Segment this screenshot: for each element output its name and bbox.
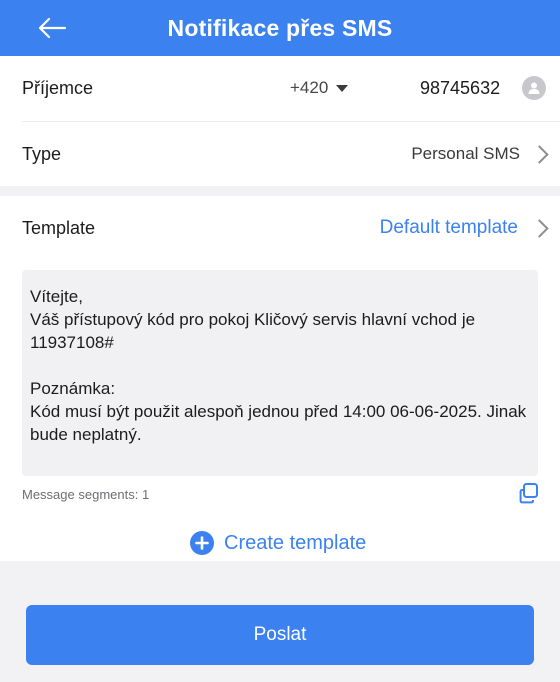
message-textarea[interactable]: Vítejte, Váš přístupový kód pro pokoj Kl… [22,270,538,476]
type-value: Personal SMS [411,144,520,163]
create-template-button[interactable]: Create template [190,531,366,555]
copy-icon [519,483,538,504]
create-template-label: Create template [224,531,367,554]
template-row[interactable]: Template Default template [0,196,560,260]
country-code-select[interactable]: +420 [290,78,349,98]
arrow-left-icon [38,17,67,39]
chevron-right-icon [530,218,549,238]
phone-number[interactable]: 98745632 [420,78,500,99]
type-label: Type [22,143,62,164]
contact-button[interactable] [522,76,546,100]
template-label: Template [22,217,96,238]
message-segments: Message segments: 1 [22,487,150,502]
template-card: Template Default template Vítejte, Váš p… [0,196,560,561]
page-title: Notifikace přes SMS [167,14,393,41]
chevron-right-icon [530,144,549,164]
template-value[interactable]: Default template [380,217,518,239]
app-header: Notifikace přes SMS [0,0,560,56]
back-button[interactable] [34,10,70,46]
copy-button[interactable] [518,482,540,504]
type-row[interactable]: Type Personal SMS [0,122,560,186]
caret-down-icon [336,84,349,92]
send-button[interactable]: Poslat [26,605,534,665]
country-code-value: +420 [290,78,329,97]
recipient-label: Příjemce [22,77,94,98]
person-icon [528,82,540,94]
plus-circle-icon [190,531,214,555]
recipient-row: Příjemce +420 98745632 [0,56,560,120]
recipient-card: Příjemce +420 98745632 Type Personal SMS [0,56,560,186]
